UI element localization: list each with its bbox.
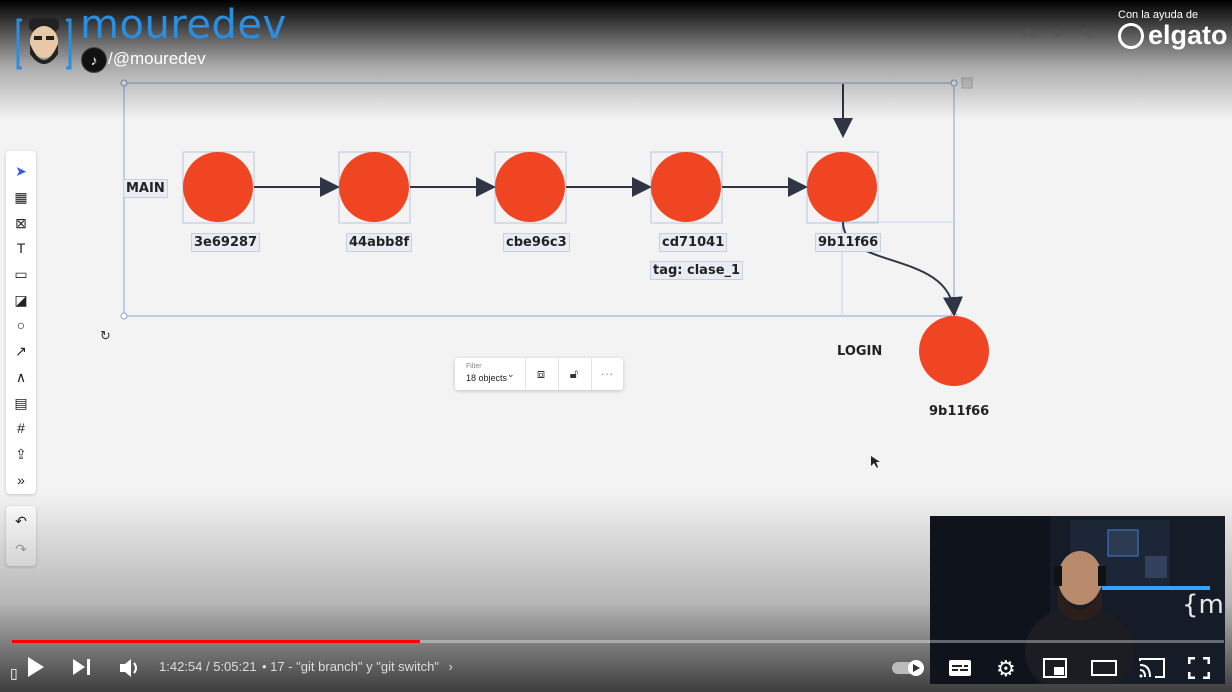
commit-tag-label: tag: clase_1 [650, 261, 744, 280]
frame-handle [120, 312, 128, 320]
comment-icon[interactable]: ▤ [6, 392, 36, 414]
sticky-note-icon[interactable]: ◪ [6, 289, 36, 311]
main-branch-label: MAIN [123, 179, 168, 198]
cast-button[interactable] [1139, 657, 1165, 684]
commit-node[interactable] [651, 152, 721, 222]
play-icon [28, 657, 44, 677]
arrow-icon[interactable]: ↗ [6, 340, 36, 362]
card-icon[interactable]: ▭ [6, 263, 36, 285]
commit-hash-label: cbe96c3 [503, 233, 570, 252]
subtitles-button[interactable] [948, 659, 972, 682]
play-button[interactable] [26, 656, 46, 683]
settings-button[interactable]: ⚙ [996, 656, 1016, 682]
progress-played [12, 640, 421, 643]
channel-handle: /@mouredev [108, 49, 206, 68]
rotate-icon: ↻ [100, 329, 111, 344]
template-icon[interactable]: ▦ [6, 186, 36, 208]
pen-icon[interactable]: ∧ [6, 366, 36, 388]
next-icon [73, 659, 90, 675]
chevron-right-icon: › [448, 659, 453, 674]
theater-icon [1091, 660, 1117, 676]
cast-icon [1139, 658, 1165, 678]
commit-node[interactable] [339, 152, 409, 222]
theater-mode-button[interactable] [1091, 660, 1117, 681]
filter-value: 18 objects [466, 373, 508, 383]
miniplayer-icon [1043, 658, 1067, 678]
fullscreen-icon [1187, 656, 1211, 680]
shape-icon[interactable]: ○ [6, 314, 36, 336]
volume-button[interactable] [118, 657, 142, 684]
webcam-overlay: {m} [930, 516, 1225, 684]
left-toolbar: ➤ ▦ ⊠ T ▭ ◪ ○ ↗ ∧ ▤ # ⇪ » [6, 151, 36, 494]
autoplay-icon [892, 660, 924, 676]
time-display: 1:42:54 / 5:05:21 [159, 659, 257, 674]
fullscreen-button[interactable] [1187, 656, 1211, 684]
webcam-image [930, 516, 1225, 684]
chapter-title[interactable]: • 17 - "git branch" y "git switch" › [262, 659, 453, 674]
volume-icon [120, 659, 137, 677]
commit-node[interactable] [183, 152, 253, 222]
miniplayer-button[interactable] [1043, 658, 1067, 683]
commit-hash-label: cd71041 [659, 233, 728, 252]
autoplay-toggle[interactable] [892, 659, 928, 682]
filter-dropdown[interactable]: Filter 18 objects ⌄ [455, 358, 525, 390]
commit-hash-label: 44abb8f [346, 233, 413, 252]
tiktok-icon: ♪ [81, 47, 107, 73]
brand-mark: {m} [1182, 590, 1225, 620]
filter-label: Filter [466, 363, 482, 370]
sponsor-name: elgato [1148, 20, 1228, 50]
commit-hash-label: 9b11f66 [815, 233, 882, 252]
login-branch-label: LOGIN [837, 344, 883, 359]
mouse-cursor [871, 456, 880, 468]
elgato-logo-icon [1118, 23, 1144, 49]
frame-icon[interactable]: # [6, 417, 36, 439]
branch-commit-node[interactable] [919, 316, 989, 386]
chevron-down-icon: ⌄ [507, 369, 515, 379]
frame-icon[interactable]: ⧈ [529, 364, 553, 384]
commit-hash-label: 3e69287 [191, 233, 261, 252]
miniplayer-toggle-icon[interactable]: ▯ [10, 665, 18, 682]
text-icon[interactable]: T [6, 237, 36, 259]
selection-toolbar: Filter 18 objects ⌄ ⧈ 🔓︎ ··· [455, 358, 623, 390]
commit-node[interactable] [495, 152, 565, 222]
upload-icon[interactable]: ⇪ [6, 443, 36, 465]
channel-logo: mouredev [80, 2, 287, 48]
lock-icon[interactable]: 🔓︎ [562, 364, 586, 384]
select-icon[interactable]: ➤ [6, 160, 36, 182]
branch-commit-hash-label: 9b11f66 [929, 404, 990, 419]
crop-icon[interactable]: ⊠ [6, 212, 36, 234]
more-icon[interactable]: ··· [595, 364, 619, 384]
chapter-label: • 17 - "git branch" y "git switch" [262, 659, 439, 674]
subtitles-icon [949, 660, 971, 676]
more-tools-icon[interactable]: » [6, 469, 36, 491]
commit-node[interactable] [807, 152, 877, 222]
avatar [16, 18, 72, 70]
board-toolbar-icons: ⁂➤✎ [1022, 26, 1111, 41]
next-button[interactable] [72, 658, 92, 681]
gear-icon: ⚙ [996, 656, 1016, 681]
